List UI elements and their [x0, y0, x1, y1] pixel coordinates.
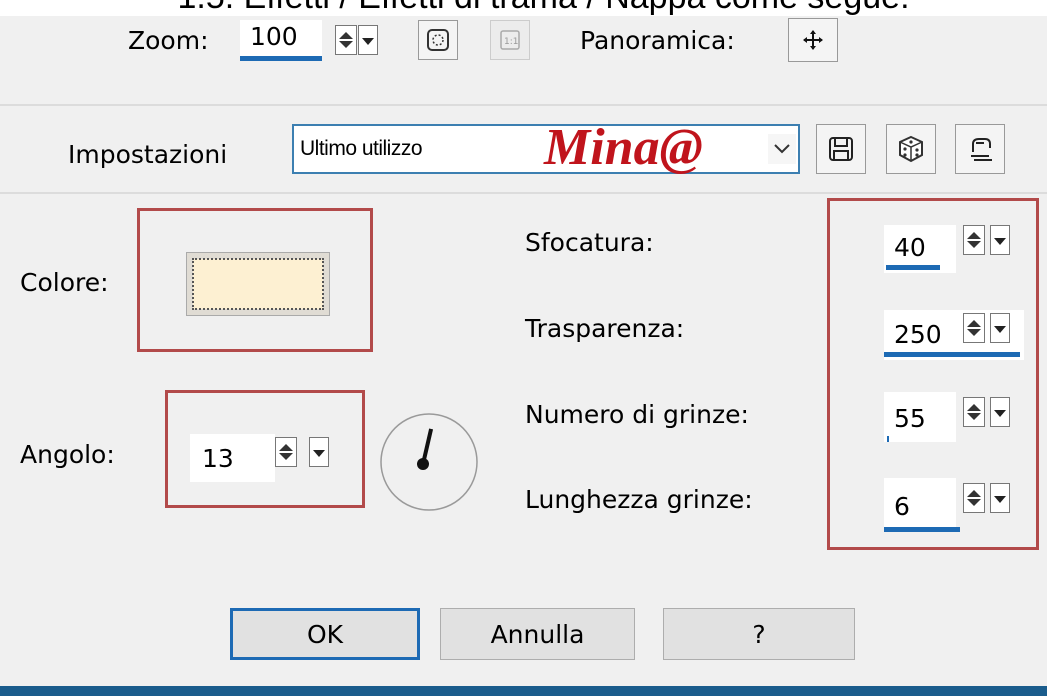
transparency-dropdown-arrow-icon[interactable]	[990, 313, 1010, 343]
wrinkle-length-underline	[884, 527, 960, 532]
wrinkle-length-input[interactable]: 6	[884, 478, 960, 532]
panoramica-label: Panoramica:	[580, 26, 735, 55]
svg-text:1:1: 1:1	[504, 37, 518, 47]
zoom-input[interactable]: 100	[240, 20, 322, 61]
blur-spin-icon[interactable]	[963, 225, 985, 255]
color-label: Colore:	[20, 268, 109, 297]
save-icon[interactable]	[816, 124, 866, 174]
wrinkle-length-dropdown-arrow-icon[interactable]	[990, 483, 1010, 513]
color-swatch[interactable]	[186, 252, 330, 316]
angle-input[interactable]: 13	[190, 434, 275, 482]
settings-label: Impostazioni	[68, 140, 228, 169]
help-button[interactable]: ?	[663, 608, 855, 660]
caption-text: 1.5. Effetti / Effetti di trama / Nappa …	[177, 0, 909, 16]
angle-spin-icon[interactable]	[275, 437, 297, 467]
blur-underline	[886, 265, 940, 270]
color-swatch-fill	[192, 258, 324, 310]
transparency-underline	[884, 352, 1020, 357]
watermark-text: Mina@	[544, 119, 703, 176]
transparency-label: Trasparenza:	[525, 314, 685, 343]
wrinkle-count-spin-icon[interactable]	[963, 397, 985, 427]
wrinkle-count-level-mark	[887, 436, 889, 442]
ok-button[interactable]: OK	[230, 608, 420, 660]
zoom-dropdown-arrow-icon[interactable]	[358, 25, 378, 55]
wrinkle-length-spin-icon[interactable]	[963, 483, 985, 513]
blur-label: Sfocatura:	[525, 228, 654, 257]
zoom-underline	[240, 56, 322, 61]
angle-label: Angolo:	[20, 440, 115, 469]
angle-dropdown-arrow-icon[interactable]	[309, 437, 329, 467]
top-separator	[0, 104, 1047, 106]
reset-icon[interactable]	[955, 124, 1005, 174]
zoom-label: Zoom:	[128, 26, 209, 55]
zoom-spin-icon[interactable]	[335, 25, 357, 55]
blur-input[interactable]: 40	[884, 225, 956, 273]
blur-dropdown-arrow-icon[interactable]	[990, 225, 1010, 255]
wrinkle-length-label: Lunghezza grinze:	[525, 485, 753, 514]
transparency-spin-icon[interactable]	[963, 313, 985, 343]
tutorial-caption: 1.5. Effetti / Effetti di trama / Nappa …	[0, 0, 1047, 16]
bottom-accent-bar	[0, 686, 1047, 696]
actual-size-icon[interactable]: 1:1	[490, 20, 530, 60]
settings-dropdown-arrow-icon[interactable]	[768, 134, 796, 164]
wrinkle-count-dropdown-arrow-icon[interactable]	[990, 397, 1010, 427]
wrinkle-count-input[interactable]: 55	[884, 392, 956, 442]
wrinkle-count-label: Numero di grinze:	[525, 400, 749, 429]
move-icon[interactable]	[788, 18, 838, 62]
settings-separator	[0, 192, 1047, 194]
settings-selected-text: Ultimo utilizzo	[300, 137, 423, 160]
zoom-fit-icon[interactable]	[418, 20, 458, 60]
settings-select[interactable]: Ultimo utilizzo Mina@	[292, 119, 800, 176]
cancel-button[interactable]: Annulla	[440, 608, 635, 660]
angle-dial[interactable]	[375, 408, 483, 516]
random-dice-icon[interactable]	[886, 124, 936, 174]
